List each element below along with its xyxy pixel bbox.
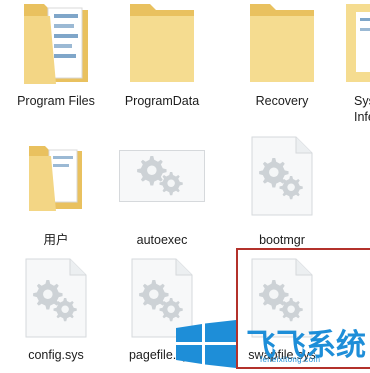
- watermark: 飞飞系统 feifeixitong.com: [174, 320, 370, 373]
- folder-icon: [346, 4, 370, 82]
- file-autoexec[interactable]: autoexec: [106, 132, 218, 250]
- settings-file-icon: [251, 136, 313, 216]
- item-label: config.sys: [28, 348, 84, 362]
- settings-file-icon: [25, 258, 87, 338]
- watermark-url: feifeixitong.com: [260, 355, 321, 364]
- folder-programdata[interactable]: ProgramData: [106, 0, 218, 118]
- file-bootmgr[interactable]: bootmgr: [226, 132, 338, 250]
- item-label: ProgramData: [124, 94, 200, 108]
- item-label: Sys: [354, 94, 370, 108]
- folder-program-files[interactable]: Program Files: [0, 0, 112, 118]
- file-config-sys[interactable]: config.sys: [0, 254, 112, 372]
- folder-icon: [24, 4, 88, 84]
- item-label-line2: Infe: [354, 110, 370, 124]
- folder-recovery[interactable]: Recovery: [226, 0, 338, 118]
- item-label: Program Files: [17, 94, 95, 108]
- item-label: bootmgr: [259, 233, 305, 247]
- folder-icon: [130, 4, 194, 82]
- folder-icon: [29, 146, 82, 211]
- item-label: Recovery: [255, 94, 309, 108]
- folder-system-volume-info[interactable]: Sys Infe: [340, 0, 370, 124]
- folder-users[interactable]: 用户: [0, 132, 112, 250]
- windows-logo-icon: [176, 320, 236, 368]
- item-label: 用户: [43, 233, 69, 247]
- item-label: autoexec: [136, 233, 188, 247]
- settings-file-icon: [119, 150, 205, 202]
- folder-icon: [250, 4, 314, 82]
